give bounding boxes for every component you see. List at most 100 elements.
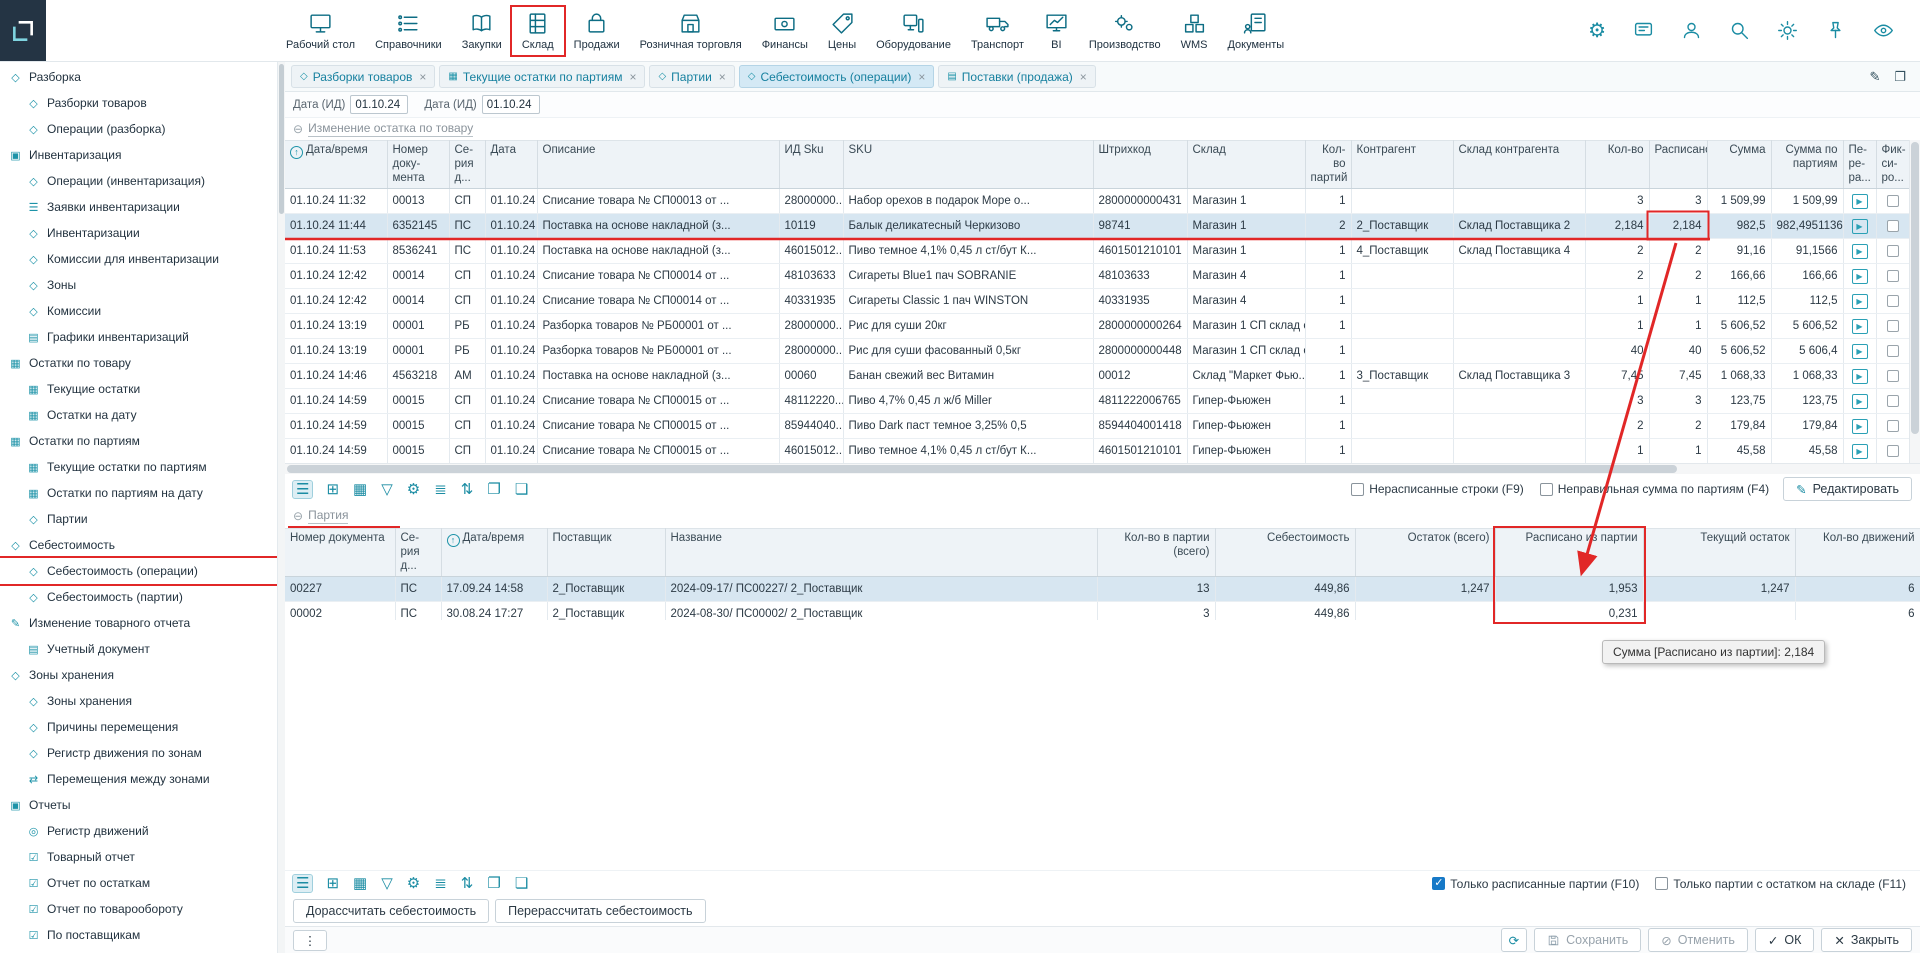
sidebar-item[interactable]: ▣ Инвентаризация xyxy=(0,142,277,168)
sidebar-item[interactable]: ☑ По поставщикам xyxy=(0,922,277,948)
theme-icon[interactable] xyxy=(1777,20,1798,41)
row-checkbox[interactable] xyxy=(1887,395,1899,407)
sidebar-item[interactable]: ◇ Комиссии xyxy=(0,298,277,324)
feedback-icon[interactable] xyxy=(1633,20,1654,41)
sidebar-item[interactable]: ◇ Разборка xyxy=(0,64,277,90)
sidebar-item[interactable]: ☑ Отчет по остаткам xyxy=(0,870,277,896)
sort-icon[interactable]: ⇅ xyxy=(461,482,474,497)
table-row[interactable]: 01.10.24 12:42 00014 СП 01.10.24 Списани… xyxy=(285,264,1909,289)
batch-row[interactable]: 00227 ПС 17.09.24 14:58 2_Поставщик 2024… xyxy=(285,577,1920,602)
sidebar-item[interactable]: ◇ Себестоимость xyxy=(0,532,277,558)
col-fixed[interactable]: Фик-си-ро... xyxy=(1876,141,1909,189)
tab[interactable]: ◇ Партии × xyxy=(649,65,734,88)
col-series[interactable]: Се-рия д... xyxy=(395,529,441,577)
table-row[interactable]: 01.10.24 14:59 00015 СП 01.10.24 Списани… xyxy=(285,389,1909,414)
module-catalogs[interactable]: Справочники xyxy=(365,7,452,55)
col-supplier[interactable]: Поставщик xyxy=(547,529,665,577)
play-icon[interactable]: ▶ xyxy=(1852,444,1868,459)
sidebar-item[interactable]: ▦ Остатки по товару xyxy=(0,350,277,376)
sidebar-item[interactable]: ▦ Остатки на дату xyxy=(0,402,277,428)
filter-checkbox[interactable]: Только расписанные партии (F10) xyxy=(1432,877,1639,891)
pin-icon[interactable] xyxy=(1825,20,1846,41)
vertical-scrollbar[interactable] xyxy=(1909,140,1920,463)
sidebar-item[interactable]: ◇ Инвентаризации xyxy=(0,220,277,246)
filter-checkbox[interactable]: Только партии с остатком на складе (F11) xyxy=(1655,877,1906,891)
forward-icon[interactable]: ❏ xyxy=(515,876,528,891)
horizontal-scrollbar[interactable] xyxy=(285,463,1920,474)
sidebar-item[interactable]: ◇ Зоны xyxy=(0,272,277,298)
col-allocated-from-batch[interactable]: Расписано из партии xyxy=(1495,529,1643,577)
filter-checkbox[interactable]: Неправильная сумма по партиям (F4) xyxy=(1540,482,1769,496)
list-view-icon[interactable]: ☰ xyxy=(293,875,312,892)
sidebar-item[interactable]: ▦ Остатки по партиям xyxy=(0,428,277,454)
collapse-icon[interactable]: ⊖ xyxy=(293,122,303,136)
play-icon[interactable]: ▶ xyxy=(1852,369,1868,384)
col-current-rest[interactable]: Текущий остаток xyxy=(1643,529,1795,577)
row-checkbox[interactable] xyxy=(1887,270,1899,282)
tab[interactable]: ◇ Разборки товаров × xyxy=(291,65,435,88)
tab[interactable]: ▤ Поставки (продажа) × xyxy=(938,65,1095,88)
calendar-view-icon[interactable]: ▦ xyxy=(353,482,367,497)
table-row[interactable]: 01.10.24 11:53 8536241 ПС 01.10.24 Поста… xyxy=(285,239,1909,264)
sidebar-item[interactable]: ▦ Текущие остатки по партиям xyxy=(0,454,277,480)
filter-checkbox[interactable]: Нерасписанные строки (F9) xyxy=(1351,482,1524,496)
table-row[interactable]: 01.10.24 14:59 00015 СП 01.10.24 Списани… xyxy=(285,414,1909,439)
batch-row[interactable]: 00002 ПС 30.08.24 17:27 2_Поставщик 2024… xyxy=(285,602,1920,620)
checklist-icon[interactable]: ≣ xyxy=(434,876,447,891)
col-contragent[interactable]: Контрагент xyxy=(1351,141,1453,189)
recalc-missing-cost-button[interactable]: Дорассчитать себестоимость xyxy=(293,899,489,923)
col-series[interactable]: Се-рия д... xyxy=(449,141,485,189)
col-rest[interactable]: Остаток (всего) xyxy=(1355,529,1495,577)
module-purchases[interactable]: Закупки xyxy=(452,7,512,55)
col-barcode[interactable]: Штрихкод xyxy=(1093,141,1187,189)
row-checkbox[interactable] xyxy=(1887,420,1899,432)
maximize-icon[interactable]: ❐ xyxy=(1894,69,1906,85)
list-view-icon[interactable]: ☰ xyxy=(293,481,312,498)
col-contragent-wh[interactable]: Склад контрагента xyxy=(1453,141,1585,189)
module-desktop[interactable]: Рабочий стол xyxy=(276,7,365,55)
sidebar-item[interactable]: ▣ Отчеты xyxy=(0,792,277,818)
save-button[interactable]: Сохранить xyxy=(1534,928,1641,952)
module-sales[interactable]: Продажи xyxy=(564,7,630,55)
play-icon[interactable]: ▶ xyxy=(1852,419,1868,434)
filter-icon[interactable]: ▽ xyxy=(381,876,393,891)
sidebar-item[interactable]: ◇ Зоны хранения xyxy=(0,688,277,714)
sidebar-item[interactable]: ✎ Изменение товарного отчета xyxy=(0,610,277,636)
edit-icon[interactable]: ✎ xyxy=(1869,69,1880,85)
tab[interactable]: ◇ Себестоимость (операции) × xyxy=(739,65,935,88)
col-warehouse[interactable]: Склад xyxy=(1187,141,1305,189)
row-checkbox[interactable] xyxy=(1887,295,1899,307)
scrollbar-thumb[interactable] xyxy=(279,64,284,214)
col-allocated[interactable]: Расписано xyxy=(1649,141,1707,189)
date-input[interactable] xyxy=(350,95,408,114)
row-checkbox[interactable] xyxy=(1887,320,1899,332)
module-transport[interactable]: Транспорт xyxy=(961,7,1034,55)
table-row[interactable]: 01.10.24 14:59 00015 СП 01.10.24 Списани… xyxy=(285,439,1909,464)
col-sku-id[interactable]: ИД Sku xyxy=(779,141,843,189)
sidebar-item[interactable]: ☰ Заявки инвентаризации xyxy=(0,194,277,220)
play-icon[interactable]: ▶ xyxy=(1852,344,1868,359)
sidebar-item[interactable]: ◇ Зоны хранения xyxy=(0,662,277,688)
row-checkbox[interactable] xyxy=(1887,220,1899,232)
play-icon[interactable]: ▶ xyxy=(1852,319,1868,334)
play-icon[interactable]: ▶ xyxy=(1852,269,1868,284)
export-icon[interactable]: ❐ xyxy=(487,876,500,891)
tab[interactable]: ▦ Текущие остатки по партиям × xyxy=(439,65,645,88)
sidebar-item[interactable]: ◇ Причины перемещения xyxy=(0,714,277,740)
col-datetime[interactable]: ↑Дата/время xyxy=(285,141,387,189)
module-warehouse[interactable]: Склад xyxy=(512,7,564,55)
collapse-icon[interactable]: ⊖ xyxy=(293,509,303,523)
col-qty[interactable]: Кол-во xyxy=(1585,141,1649,189)
table-row[interactable]: 01.10.24 13:19 00001 РБ 01.10.24 Разборк… xyxy=(285,314,1909,339)
col-batch-qty[interactable]: Кол-во в партии (всего) xyxy=(1097,529,1215,577)
calendar-view-icon[interactable]: ▦ xyxy=(353,876,367,891)
gear-icon[interactable]: ⚙ xyxy=(1588,21,1606,41)
module-wms[interactable]: WMS xyxy=(1171,7,1218,55)
edit-button[interactable]: ✎ Редактировать xyxy=(1783,477,1912,501)
col-docnum[interactable]: Номер доку-мента xyxy=(387,141,449,189)
close-icon[interactable]: × xyxy=(629,70,636,84)
col-cost[interactable]: Себестоимость xyxy=(1215,529,1355,577)
settings-view-icon[interactable]: ⚙ xyxy=(407,876,420,891)
sidebar-item[interactable]: ▤ Учетный документ xyxy=(0,636,277,662)
close-icon[interactable]: × xyxy=(1080,70,1087,84)
